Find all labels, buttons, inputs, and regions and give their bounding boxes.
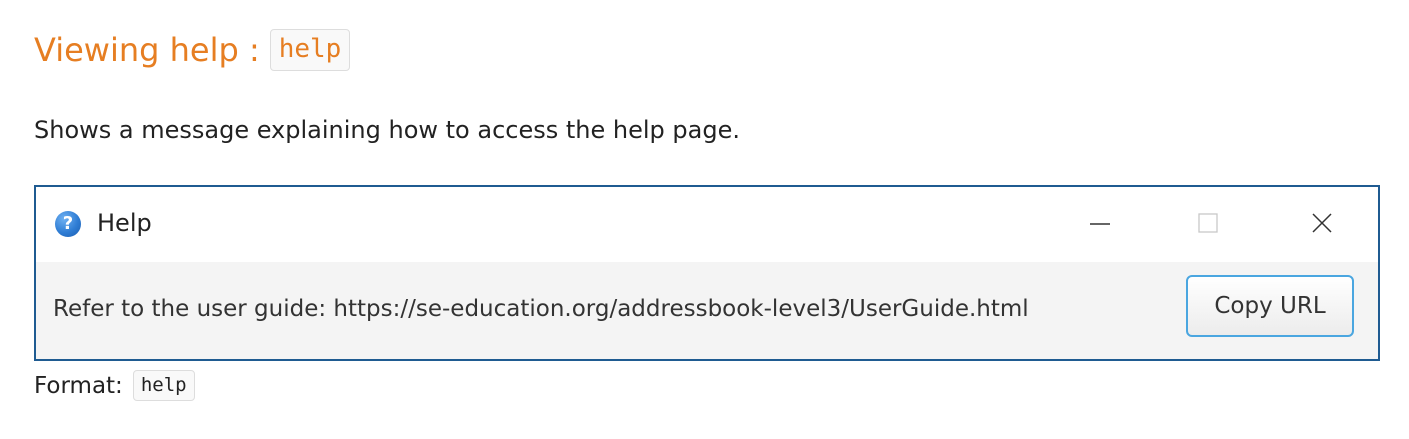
minimize-button[interactable] [1076,201,1124,245]
format-line: Format: help [34,370,195,401]
close-icon [1312,213,1332,233]
format-label: Format: [34,372,123,399]
section-heading-text: Viewing help : [34,31,260,69]
section-heading-code: help [269,29,351,71]
window-title: Help [97,209,152,237]
format-code: help [132,370,195,401]
window-content: Refer to the user guide: https://se-educ… [36,262,1378,359]
help-window: ? Help Refer to the user guide: https://… [34,185,1380,361]
help-icon: ? [55,211,81,237]
user-guide-message: Refer to the user guide: https://se-educ… [53,296,1029,322]
close-button[interactable] [1298,201,1346,245]
maximize-button[interactable] [1184,201,1232,245]
window-titlebar: ? Help [36,187,1378,262]
copy-url-button[interactable]: Copy URL [1186,275,1354,337]
minimize-icon [1090,223,1110,225]
maximize-icon [1198,213,1218,233]
intro-text: Shows a message explaining how to access… [34,116,740,144]
section-heading: Viewing help : help [34,24,351,76]
